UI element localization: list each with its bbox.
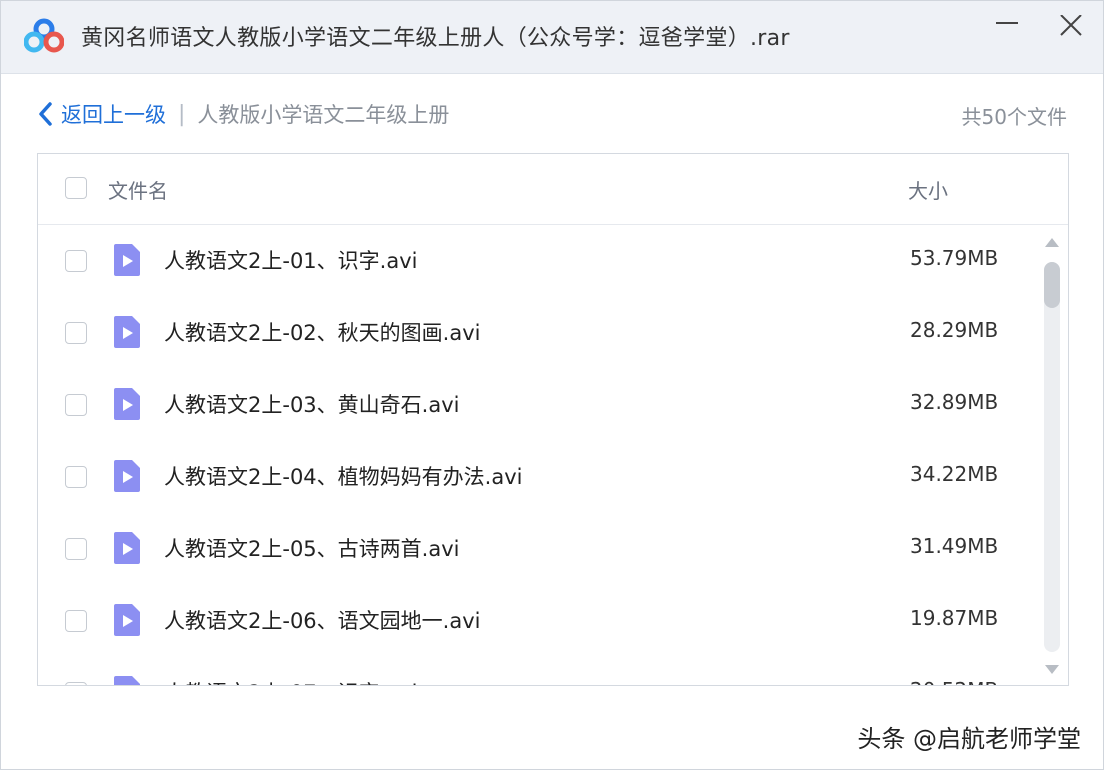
select-all-checkbox[interactable] bbox=[65, 177, 87, 199]
row-checkbox[interactable] bbox=[65, 538, 87, 560]
current-folder: 人教版小学语文二年级上册 bbox=[197, 103, 450, 127]
back-label[interactable]: 返回上一级 bbox=[61, 99, 166, 129]
list-header: 文件名 大小 bbox=[38, 154, 1068, 225]
minimize-icon[interactable] bbox=[991, 15, 1021, 45]
video-file-icon bbox=[114, 532, 140, 564]
file-row[interactable]: 人教语文2上-07、识字.avi 20.52MB bbox=[38, 657, 1038, 685]
file-size: 34.22MB bbox=[910, 462, 999, 486]
file-size: 31.49MB bbox=[910, 534, 999, 558]
file-count: 共50个文件 bbox=[961, 105, 1067, 129]
video-file-icon bbox=[114, 460, 140, 492]
row-checkbox[interactable] bbox=[65, 610, 87, 632]
file-name: 人教语文2上-02、秋天的图画.avi bbox=[164, 321, 481, 345]
title-bar: 黄冈名师语文人教版小学语文二年级上册人（公众号学：逗爸学堂）.rar bbox=[1, 1, 1103, 74]
chevron-left-icon bbox=[39, 102, 52, 126]
file-row[interactable]: 人教语文2上-04、植物妈妈有办法.avi 34.22MB bbox=[38, 441, 1038, 513]
file-name: 人教语文2上-01、识字.avi bbox=[164, 249, 418, 273]
video-file-icon bbox=[114, 676, 140, 685]
row-checkbox[interactable] bbox=[65, 250, 87, 272]
column-header-size[interactable]: 大小 bbox=[908, 175, 948, 204]
column-header-name[interactable]: 文件名 bbox=[108, 175, 168, 204]
file-row[interactable]: 人教语文2上-06、语文园地一.avi 19.87MB bbox=[38, 585, 1038, 657]
row-checkbox[interactable] bbox=[65, 466, 87, 488]
vertical-scrollbar[interactable] bbox=[1040, 232, 1064, 678]
file-name: 人教语文2上-06、语文园地一.avi bbox=[164, 609, 481, 633]
scroll-up-arrow-icon[interactable] bbox=[1044, 236, 1060, 248]
breadcrumb-separator: | bbox=[178, 101, 186, 127]
row-checkbox[interactable] bbox=[65, 322, 87, 344]
file-name: 人教语文2上-04、植物妈妈有办法.avi bbox=[164, 465, 523, 489]
row-checkbox[interactable] bbox=[65, 394, 87, 416]
video-file-icon bbox=[114, 388, 140, 420]
scrollbar-thumb[interactable] bbox=[1044, 262, 1060, 308]
scroll-down-arrow-icon[interactable] bbox=[1044, 664, 1060, 676]
back-button[interactable]: 返回上一级 bbox=[37, 99, 166, 129]
file-row[interactable]: 人教语文2上-02、秋天的图画.avi 28.29MB bbox=[38, 297, 1038, 369]
file-list-panel: 文件名 大小 人教语文2上-01、识字.avi 53.79MB 人教语文2上-0 bbox=[37, 153, 1069, 686]
file-size: 19.87MB bbox=[910, 606, 999, 630]
file-size: 28.29MB bbox=[910, 318, 999, 342]
file-size: 53.79MB bbox=[910, 246, 999, 270]
scrollbar-track[interactable] bbox=[1044, 262, 1060, 652]
file-name: 人教语文2上-03、黄山奇石.avi bbox=[164, 393, 460, 417]
row-checkbox[interactable] bbox=[65, 682, 87, 685]
close-icon[interactable] bbox=[1055, 15, 1085, 45]
baidu-netdisk-cloud-icon bbox=[24, 18, 64, 53]
file-name: 人教语文2上-07、识字.avi bbox=[164, 677, 417, 685]
watermark-text: 头条 @启航老师学堂 bbox=[857, 725, 1081, 753]
file-name: 人教语文2上-05、古诗两首.avi bbox=[164, 537, 460, 561]
video-file-icon bbox=[114, 604, 140, 636]
file-rows: 人教语文2上-01、识字.avi 53.79MB 人教语文2上-02、秋天的图画… bbox=[38, 225, 1038, 685]
video-file-icon bbox=[114, 316, 140, 348]
video-file-icon bbox=[114, 244, 140, 276]
breadcrumb: 返回上一级 | 人教版小学语文二年级上册 bbox=[37, 98, 449, 130]
file-size: 20.52MB bbox=[910, 678, 998, 685]
file-row[interactable]: 人教语文2上-03、黄山奇石.avi 32.89MB bbox=[38, 369, 1038, 441]
archive-window: 黄冈名师语文人教版小学语文二年级上册人（公众号学：逗爸学堂）.rar 返回上一级… bbox=[0, 0, 1104, 770]
file-row[interactable]: 人教语文2上-05、古诗两首.avi 31.49MB bbox=[38, 513, 1038, 585]
file-size: 32.89MB bbox=[910, 390, 999, 414]
file-row[interactable]: 人教语文2上-01、识字.avi 53.79MB bbox=[38, 225, 1038, 297]
window-title: 黄冈名师语文人教版小学语文二年级上册人（公众号学：逗爸学堂）.rar bbox=[81, 26, 790, 51]
